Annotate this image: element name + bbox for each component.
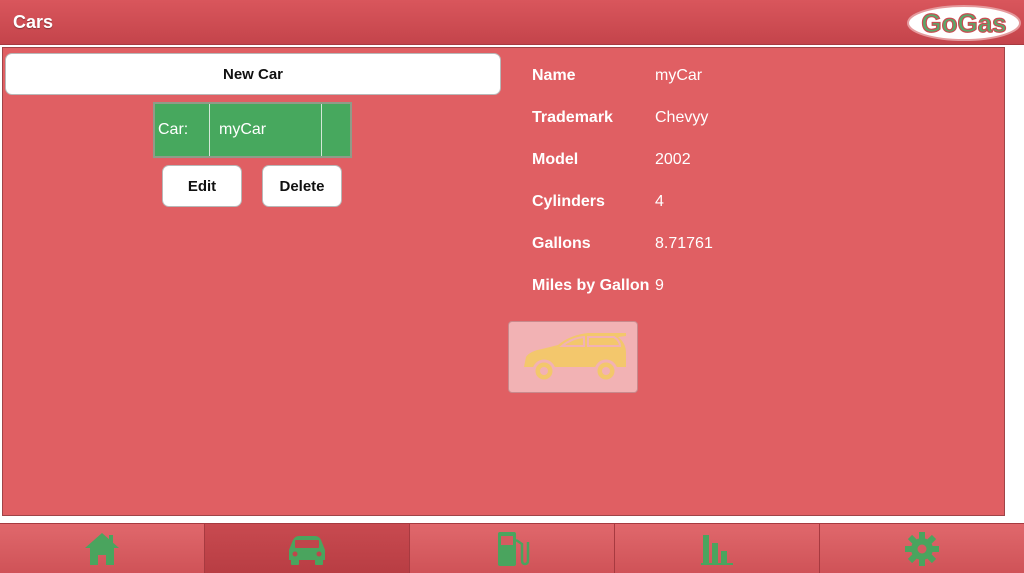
- car-image: [508, 321, 638, 393]
- delete-button[interactable]: Delete: [262, 165, 342, 207]
- detail-row-gallons: Gallons 8.71761: [532, 235, 832, 255]
- detail-value: 2002: [655, 151, 691, 168]
- svg-text:GoGas: GoGas: [921, 8, 1006, 38]
- detail-key: Cylinders: [532, 193, 605, 210]
- detail-value: 9: [655, 277, 664, 294]
- detail-row-mpg: Miles by Gallon 9: [532, 277, 832, 297]
- detail-key: Model: [532, 151, 579, 168]
- bar-chart-icon: [701, 535, 733, 565]
- detail-row-model: Model 2002: [532, 151, 832, 171]
- tab-statistics[interactable]: [615, 524, 820, 573]
- tab-fuel[interactable]: [410, 524, 615, 573]
- detail-row-name: Name myCar: [532, 67, 832, 87]
- car-selector-dropdown[interactable]: [322, 104, 350, 156]
- header-bar: Cars GoGas: [0, 0, 1024, 45]
- tab-settings[interactable]: [820, 524, 1024, 573]
- bottom-tab-bar: [0, 523, 1024, 573]
- detail-row-cylinders: Cylinders 4: [532, 193, 832, 213]
- gogas-logo: GoGas: [906, 4, 1022, 42]
- car-selector[interactable]: Car: myCar: [153, 102, 352, 158]
- gas-pump-icon: [498, 532, 530, 566]
- detail-key: Miles by Gallon: [532, 277, 650, 294]
- car-icon: [289, 536, 325, 565]
- detail-value: Chevyy: [655, 109, 709, 126]
- tab-cars[interactable]: [205, 524, 410, 573]
- gear-icon: [905, 532, 939, 566]
- car-icon: [524, 333, 626, 383]
- detail-key: Gallons: [532, 235, 591, 252]
- tab-home[interactable]: [0, 524, 205, 573]
- detail-row-trademark: Trademark Chevyy: [532, 109, 832, 129]
- detail-key: Trademark: [532, 109, 613, 126]
- edit-button[interactable]: Edit: [162, 165, 242, 207]
- new-car-button[interactable]: New Car: [5, 53, 501, 95]
- main-panel: New Car Car: myCar Edit Delete Name myCa…: [2, 47, 1005, 516]
- detail-value: 4: [655, 193, 664, 210]
- detail-key: Name: [532, 67, 576, 84]
- detail-value: myCar: [655, 67, 703, 84]
- home-icon: [85, 533, 119, 565]
- page-title: Cars: [13, 12, 54, 32]
- detail-value: 8.71761: [655, 235, 713, 252]
- car-selector-value: myCar: [210, 104, 322, 156]
- car-selector-label: Car:: [155, 104, 210, 156]
